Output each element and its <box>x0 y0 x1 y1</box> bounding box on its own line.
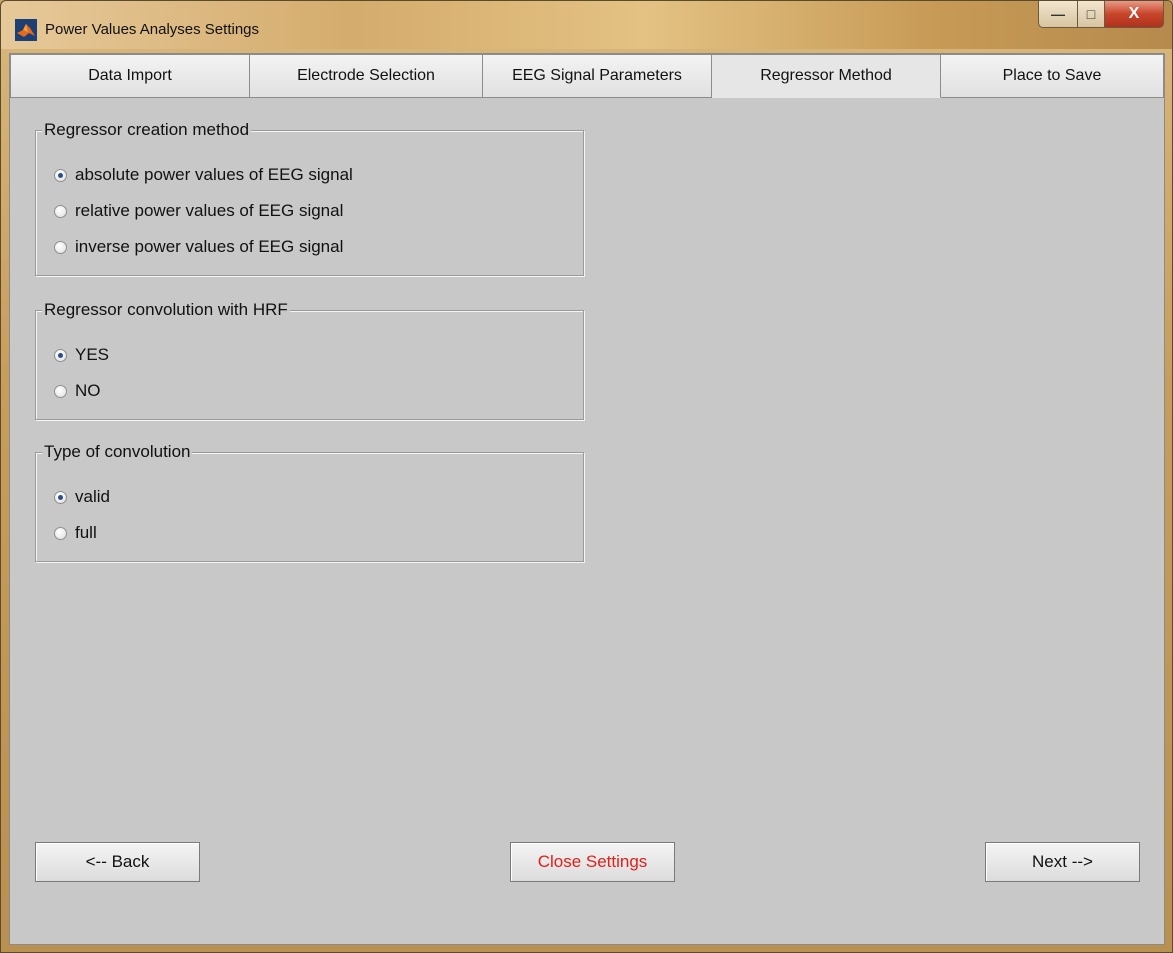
window-controls: — □ X <box>1038 1 1164 31</box>
regressor-creation-group: Regressor creation method absolute power… <box>35 119 584 276</box>
radio-absolute-power[interactable]: absolute power values of EEG signal <box>54 165 353 185</box>
radio-label: inverse power values of EEG signal <box>75 237 344 256</box>
radio-button[interactable] <box>54 384 67 398</box>
minimize-icon: — <box>1051 6 1065 22</box>
convolution-type-group: Type of convolution valid full <box>35 441 584 562</box>
radio-button[interactable] <box>54 168 67 182</box>
tab-eeg-signal-parameters[interactable]: EEG Signal Parameters <box>483 54 712 98</box>
radio-button[interactable] <box>54 204 67 218</box>
radio-full[interactable]: full <box>54 523 97 543</box>
radio-button[interactable] <box>54 240 67 254</box>
tab-place-to-save[interactable]: Place to Save <box>941 54 1164 98</box>
close-icon: X <box>1128 5 1140 22</box>
group-title: Type of convolution <box>42 441 193 463</box>
group-title: Regressor creation method <box>42 119 252 141</box>
close-button[interactable]: X <box>1105 1 1164 28</box>
hrf-convolution-group: Regressor convolution with HRF YES NO <box>35 299 584 420</box>
radio-label: YES <box>75 345 110 364</box>
tab-bar: Data Import Electrode Selection EEG Sign… <box>10 54 1164 98</box>
radio-valid[interactable]: valid <box>54 487 110 507</box>
group-title: Regressor convolution with HRF <box>42 299 290 321</box>
radio-label: valid <box>75 487 110 506</box>
radio-label: NO <box>75 381 101 400</box>
radio-label: full <box>75 523 97 542</box>
maximize-button[interactable]: □ <box>1078 1 1105 28</box>
next-button[interactable]: Next --> <box>985 842 1140 882</box>
settings-panel: Data Import Electrode Selection EEG Sign… <box>9 53 1165 945</box>
title-bar[interactable]: Power Values Analyses Settings — □ X <box>1 1 1172 49</box>
tab-electrode-selection[interactable]: Electrode Selection <box>250 54 483 98</box>
tab-data-import[interactable]: Data Import <box>10 54 250 98</box>
minimize-button[interactable]: — <box>1038 1 1078 28</box>
settings-window: Power Values Analyses Settings — □ X Dat… <box>0 0 1173 953</box>
radio-button[interactable] <box>54 348 67 362</box>
maximize-icon: □ <box>1086 6 1096 22</box>
radio-no[interactable]: NO <box>54 381 101 401</box>
back-button[interactable]: <-- Back <box>35 842 200 882</box>
matlab-logo-icon <box>15 19 37 41</box>
radio-relative-power[interactable]: relative power values of EEG signal <box>54 201 343 221</box>
radio-button[interactable] <box>54 490 67 504</box>
radio-yes[interactable]: YES <box>54 345 109 365</box>
tab-regressor-method[interactable]: Regressor Method <box>712 54 941 98</box>
close-settings-button[interactable]: Close Settings <box>510 842 675 882</box>
radio-button[interactable] <box>54 526 67 540</box>
radio-inverse-power[interactable]: inverse power values of EEG signal <box>54 237 343 257</box>
radio-label: absolute power values of EEG signal <box>75 165 353 184</box>
radio-label: relative power values of EEG signal <box>75 201 344 220</box>
window-title: Power Values Analyses Settings <box>45 21 260 38</box>
